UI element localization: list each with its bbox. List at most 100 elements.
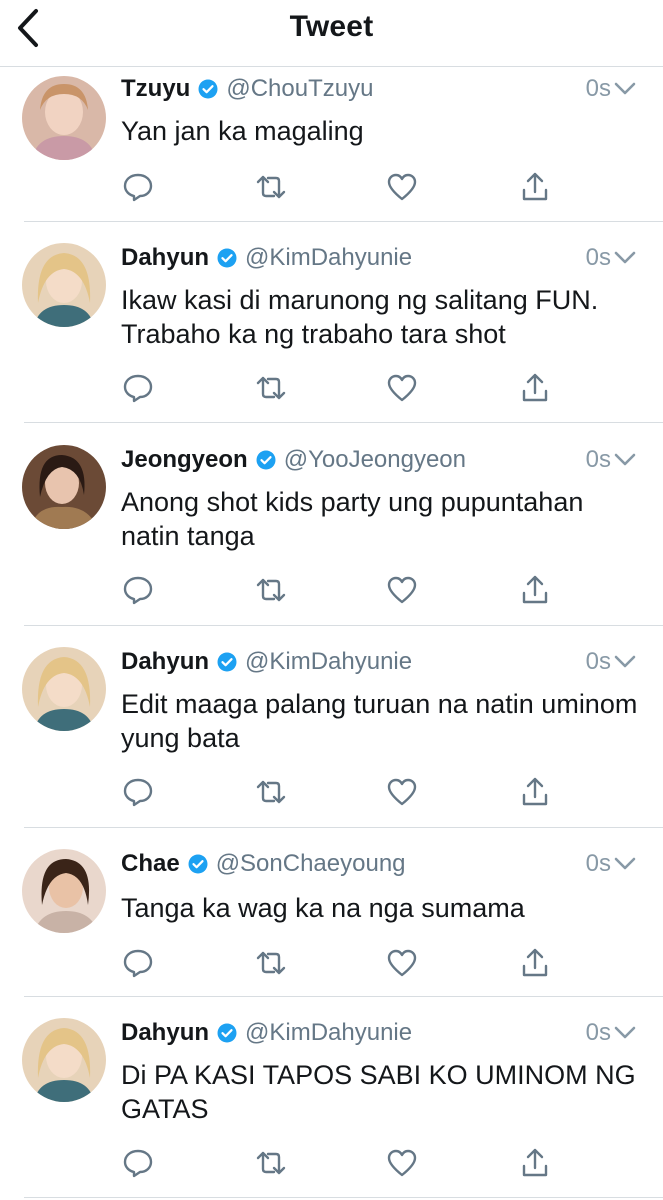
author-name[interactable]: Dahyun	[121, 648, 209, 676]
heart-icon	[387, 778, 417, 806]
tweet[interactable]: Dahyun @KimDahyunie 0s Edit maaga palang…	[0, 647, 663, 825]
tweet-text: Ikaw kasi di marunong ng salitang FUN. T…	[121, 285, 599, 349]
divider	[24, 827, 663, 828]
reply-button[interactable]	[121, 1146, 155, 1180]
chevron-down-icon[interactable]	[613, 78, 637, 100]
like-button[interactable]	[385, 1146, 419, 1180]
tweet[interactable]: Dahyun @KimDahyunie 0s Ikaw kasi di maru…	[0, 243, 663, 420]
timestamp: 0s	[585, 75, 611, 102]
divider	[24, 996, 663, 997]
reply-button[interactable]	[121, 946, 155, 980]
reply-icon	[123, 374, 153, 403]
avatar[interactable]	[22, 445, 106, 529]
divider	[24, 221, 663, 222]
verified-badge-icon	[188, 854, 208, 874]
chevron-down-icon[interactable]	[613, 853, 637, 875]
heart-icon	[387, 173, 417, 201]
tweet-text: Tanga ka wag ka na nga sumama	[121, 893, 525, 923]
share-button[interactable]	[518, 573, 552, 607]
divider	[24, 422, 663, 423]
divider	[24, 1197, 663, 1198]
like-button[interactable]	[385, 371, 419, 405]
retweet-icon	[256, 780, 286, 804]
timestamp: 0s	[585, 850, 611, 877]
author-handle[interactable]: @SonChaeyoung	[216, 850, 406, 878]
heart-icon	[387, 949, 417, 977]
author-handle[interactable]: @YooJeongyeon	[284, 446, 466, 474]
verified-badge-icon	[217, 652, 237, 672]
author-name[interactable]: Jeongyeon	[121, 446, 248, 474]
tweet-actions	[121, 371, 561, 405]
like-button[interactable]	[385, 775, 419, 809]
retweet-icon	[256, 175, 286, 199]
verified-badge-icon	[198, 79, 218, 99]
tweet-header: Dahyun @KimDahyunie	[121, 1018, 663, 1048]
divider	[24, 625, 663, 626]
tweet[interactable]: Dahyun @KimDahyunie 0s Di PA KASI TAPOS …	[0, 1018, 663, 1196]
timestamp: 0s	[585, 244, 611, 271]
tweet[interactable]: Chae @SonChaeyoung 0s Tanga ka wag ka na…	[0, 849, 663, 996]
retweet-button[interactable]	[254, 573, 288, 607]
timestamp: 0s	[585, 1019, 611, 1046]
author-name[interactable]: Dahyun	[121, 1019, 209, 1047]
share-button[interactable]	[518, 775, 552, 809]
avatar[interactable]	[22, 76, 106, 160]
avatar[interactable]	[22, 1018, 106, 1102]
share-button[interactable]	[518, 946, 552, 980]
page-title: Tweet	[289, 10, 374, 43]
reply-button[interactable]	[121, 170, 155, 204]
verified-badge-icon	[217, 248, 237, 268]
share-icon	[522, 575, 548, 604]
chevron-down-icon[interactable]	[613, 1022, 637, 1044]
author-handle[interactable]: @KimDahyunie	[245, 244, 412, 272]
retweet-button[interactable]	[254, 775, 288, 809]
reply-icon	[123, 173, 153, 202]
avatar[interactable]	[22, 647, 106, 731]
author-handle[interactable]: @KimDahyunie	[245, 648, 412, 676]
reply-icon	[123, 778, 153, 807]
chevron-down-icon[interactable]	[613, 651, 637, 673]
tweet-header: Tzuyu @ChouTzuyu	[121, 74, 663, 104]
share-button[interactable]	[518, 1146, 552, 1180]
retweet-button[interactable]	[254, 170, 288, 204]
like-button[interactable]	[385, 170, 419, 204]
chevron-down-icon[interactable]	[613, 247, 637, 269]
tweet-actions	[121, 775, 561, 809]
reply-button[interactable]	[121, 371, 155, 405]
reply-button[interactable]	[121, 775, 155, 809]
timestamp: 0s	[585, 648, 611, 675]
verified-badge-icon	[217, 1023, 237, 1043]
reply-button[interactable]	[121, 573, 155, 607]
share-icon	[522, 172, 548, 201]
chevron-down-icon[interactable]	[613, 449, 637, 471]
tweet-header: Chae @SonChaeyoung	[121, 849, 663, 879]
tweet[interactable]: Tzuyu @ChouTzuyu 0s Yan jan ka magaling	[0, 74, 663, 221]
retweet-icon	[256, 1151, 286, 1175]
tweet-header: Dahyun @KimDahyunie	[121, 243, 663, 273]
avatar[interactable]	[22, 849, 106, 933]
heart-icon	[387, 576, 417, 604]
author-name[interactable]: Tzuyu	[121, 75, 190, 103]
tweet-header: Dahyun @KimDahyunie	[121, 647, 663, 677]
like-button[interactable]	[385, 946, 419, 980]
retweet-button[interactable]	[254, 1146, 288, 1180]
share-button[interactable]	[518, 371, 552, 405]
tweet[interactable]: Jeongyeon @YooJeongyeon 0s Anong shot ki…	[0, 445, 663, 623]
author-name[interactable]: Dahyun	[121, 244, 209, 272]
reply-icon	[123, 949, 153, 978]
avatar[interactable]	[22, 243, 106, 327]
timestamp: 0s	[585, 446, 611, 473]
like-button[interactable]	[385, 573, 419, 607]
author-handle[interactable]: @ChouTzuyu	[226, 75, 373, 103]
tweet-text: Edit maaga palang turuan na natin uminom…	[121, 689, 638, 753]
retweet-icon	[256, 951, 286, 975]
author-name[interactable]: Chae	[121, 850, 180, 878]
share-button[interactable]	[518, 170, 552, 204]
retweet-button[interactable]	[254, 946, 288, 980]
share-icon	[522, 948, 548, 977]
tweet-text: Di PA KASI TAPOS SABI KO UMINOM NG GATAS	[121, 1060, 636, 1124]
share-icon	[522, 373, 548, 402]
retweet-button[interactable]	[254, 371, 288, 405]
author-handle[interactable]: @KimDahyunie	[245, 1019, 412, 1047]
reply-icon	[123, 576, 153, 605]
